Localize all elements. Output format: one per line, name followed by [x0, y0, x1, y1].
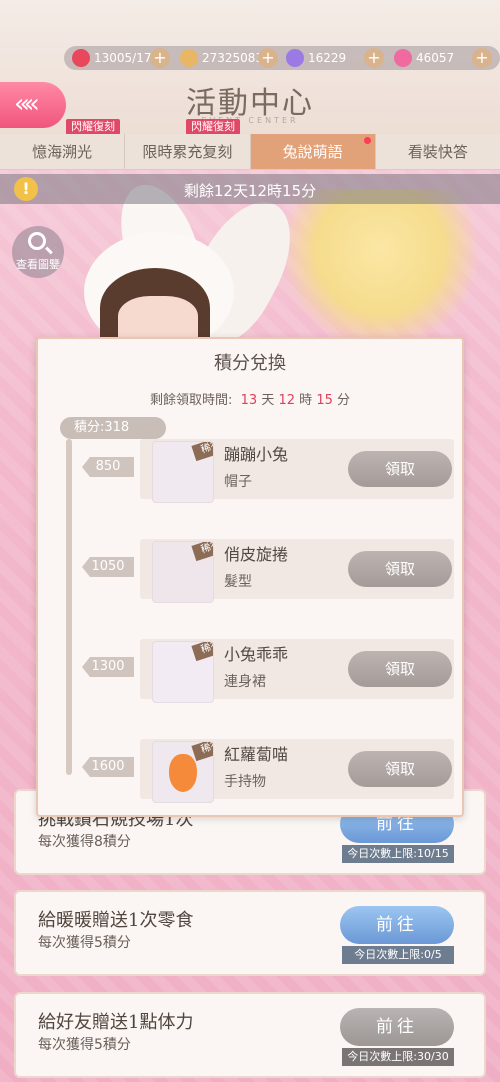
flash-revival-tag: 閃耀復刻 — [186, 119, 240, 135]
remain-hours: 12 — [278, 393, 296, 408]
ribbon-decoration — [270, 190, 490, 340]
currency-diamond: 16229 — [286, 48, 346, 68]
task-reward: 每次獲得5積分 — [38, 1037, 131, 1053]
magnifier-icon — [28, 232, 46, 250]
event-tabs: 憶海溯光 限時累充复刻 兔說萌語 看裝快答 — [0, 134, 500, 170]
tab-memory-sea[interactable]: 憶海溯光 — [0, 134, 124, 169]
remain-label: 剩餘領取時間: — [149, 393, 233, 408]
tab-bunny-talk[interactable]: 兔說萌語 — [249, 134, 375, 169]
tab-label: 兔說萌語 — [282, 143, 343, 161]
double-chevron-left-icon: «« — [14, 89, 40, 119]
claim-button[interactable]: 領取 — [348, 651, 452, 687]
progress-timeline — [66, 439, 72, 775]
event-countdown: 剩餘12天12時15分 — [183, 182, 317, 200]
daily-limit: 今日次數上限:0/5 — [342, 946, 454, 964]
reward-row: 稀有 紅蘿蔔喵 手持物 領取 — [140, 739, 454, 803]
milestone-points: 1600 — [82, 757, 134, 777]
add-stamina-button[interactable]: + — [150, 48, 170, 68]
view-gallery-label: 查看圖鑒 — [16, 258, 60, 271]
points-exchange-modal: 積分兌換 剩餘領取時間: 13 天 12 時 15 分 積分:318 850 稀… — [36, 337, 464, 817]
hour-unit: 時 — [299, 393, 313, 408]
reward-type: 手持物 — [224, 774, 266, 790]
minute-unit: 分 — [337, 393, 351, 408]
daily-limit: 今日次數上限:30/30 — [342, 1048, 454, 1066]
reward-type: 連身裙 — [224, 674, 266, 690]
dress-thumbnail[interactable]: 稀有 — [152, 641, 214, 703]
task-card: 給暖暖贈送1次零食 每次獲得5積分 前往 今日次數上限:0/5 — [14, 890, 486, 976]
rare-tag: 稀有 — [191, 742, 213, 762]
task-card: 給好友贈送1點体力 每次獲得5積分 前往 今日次數上限:30/30 — [14, 992, 486, 1078]
rare-tag: 稀有 — [191, 442, 213, 462]
task-title: 給好友贈送1點体力 — [38, 1012, 194, 1033]
add-pink-gem-button[interactable]: + — [472, 48, 492, 68]
currency-value: 46057 — [416, 51, 455, 65]
milestone-points: 1300 — [82, 657, 134, 677]
back-button[interactable]: «« — [0, 82, 66, 128]
currency-value: 16229 — [308, 51, 347, 65]
day-unit: 天 — [261, 393, 275, 408]
add-coin-button[interactable]: + — [258, 48, 278, 68]
claim-button[interactable]: 領取 — [348, 551, 452, 587]
tab-outfit-quiz[interactable]: 看裝快答 — [374, 134, 500, 169]
reward-name: 蹦蹦小兔 — [224, 445, 289, 464]
claim-button[interactable]: 領取 — [348, 451, 452, 487]
claim-button[interactable]: 領取 — [348, 751, 452, 787]
reward-name: 俏皮旋捲 — [224, 545, 289, 564]
task-reward: 每次獲得5積分 — [38, 935, 131, 951]
daily-limit: 今日次數上限:10/15 — [342, 845, 454, 863]
reward-type: 帽子 — [224, 474, 252, 490]
go-button[interactable]: 前往 — [340, 906, 454, 944]
hairstyle-thumbnail[interactable]: 稀有 — [152, 541, 214, 603]
reward-type: 髮型 — [224, 574, 252, 590]
currency-pink-gem: 46057 — [394, 48, 454, 68]
currency-stamina: 13005/170 — [72, 48, 159, 68]
reward-row: 稀有 小兔乖乖 連身裙 領取 — [140, 639, 454, 703]
milestone-points: 850 — [82, 457, 134, 477]
stamina-heart-icon — [72, 49, 90, 67]
reward-name: 紅蘿蔔喵 — [224, 745, 289, 764]
flash-revival-tag: 閃耀復刻 — [66, 119, 120, 135]
pink-gem-icon — [394, 49, 412, 67]
modal-title: 積分兌換 — [214, 353, 286, 374]
task-reward: 每次獲得8積分 — [38, 834, 131, 850]
rare-tag: 稀有 — [191, 642, 213, 662]
current-score: 積分:318 — [60, 417, 166, 439]
rare-tag: 稀有 — [191, 542, 213, 562]
remain-days: 13 — [240, 393, 258, 408]
milestone-points: 1050 — [82, 557, 134, 577]
bunny-hat-thumbnail[interactable]: 稀有 — [152, 441, 214, 503]
claim-time-remaining: 剩餘領取時間: 13 天 12 時 15 分 — [38, 389, 462, 408]
add-diamond-button[interactable]: + — [364, 48, 384, 68]
carrot-cat-thumbnail[interactable]: 稀有 — [152, 741, 214, 803]
reward-name: 小兔乖乖 — [224, 645, 289, 664]
remain-minutes: 15 — [316, 393, 333, 408]
notification-dot — [363, 137, 371, 144]
task-title: 給暖暖贈送1次零食 — [38, 910, 194, 931]
reward-row: 稀有 蹦蹦小兔 帽子 領取 — [140, 439, 454, 503]
tab-limited-recharge[interactable]: 限時累充复刻 — [124, 134, 249, 169]
diamond-icon — [286, 49, 304, 67]
reward-row: 稀有 俏皮旋捲 髮型 領取 — [140, 539, 454, 603]
coin-icon — [180, 49, 198, 67]
carrot-icon — [169, 754, 197, 792]
go-button[interactable]: 前往 — [340, 1008, 454, 1046]
